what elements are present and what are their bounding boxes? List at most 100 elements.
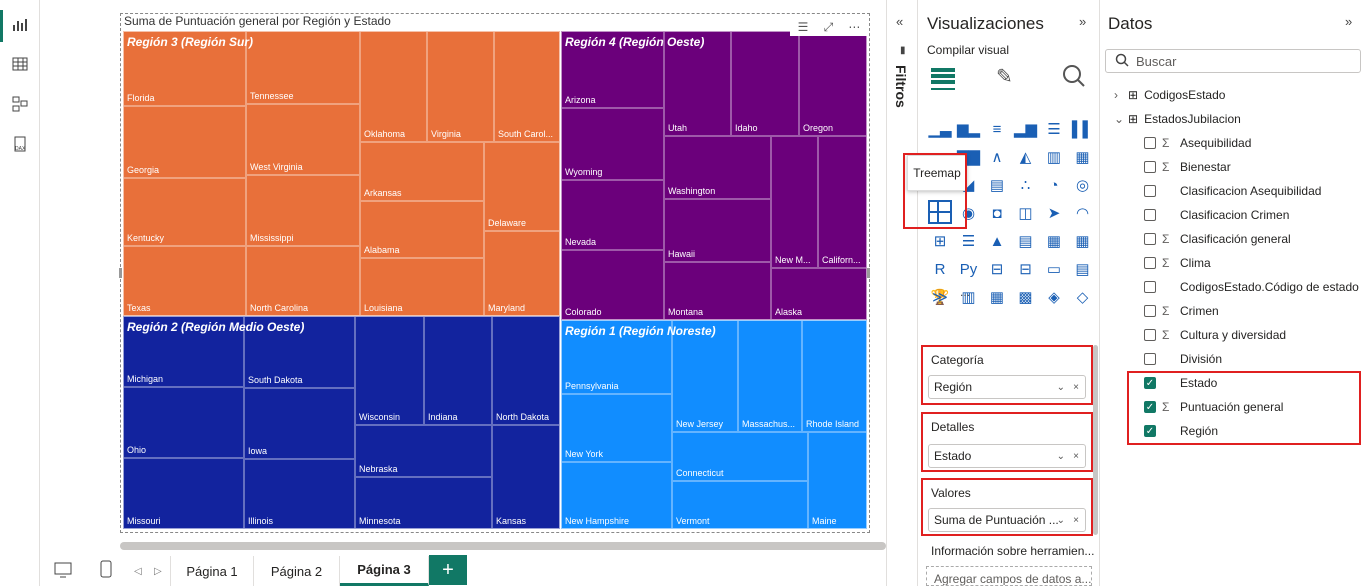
state-cell[interactable]: Maryland <box>484 231 560 316</box>
desktop-layout-icon[interactable] <box>54 561 72 582</box>
pie-icon[interactable]: ◔ <box>1042 173 1066 197</box>
state-cell[interactable]: Ohio <box>123 387 244 458</box>
azure-map-icon[interactable]: ➤ <box>1042 201 1066 225</box>
expand-right-icon[interactable]: » <box>1079 14 1086 29</box>
remove-icon[interactable]: × <box>1073 382 1079 393</box>
chevron-right-icon[interactable]: › <box>1114 88 1128 102</box>
funnel-icon[interactable]: ▤ <box>985 173 1009 197</box>
chevron-down-icon[interactable]: ⌄ <box>1057 382 1065 393</box>
report-view-icon[interactable] <box>8 12 32 36</box>
viz-scrollbar[interactable] <box>1093 345 1098 535</box>
mobile-layout-icon[interactable] <box>99 560 113 581</box>
filter-icon[interactable]: ☰ <box>798 20 809 34</box>
state-cell[interactable]: Georgia <box>123 106 246 178</box>
line-column-icon[interactable]: ▥ <box>1042 145 1066 169</box>
state-cell[interactable]: Rhode Island <box>802 320 867 432</box>
field-checkbox[interactable] <box>1144 209 1156 221</box>
field-item[interactable]: Σ Bienestar <box>1144 157 1231 177</box>
state-cell[interactable]: New Hampshire <box>561 462 672 529</box>
kpi-icon[interactable]: ▲ <box>985 229 1009 253</box>
expand-right-icon[interactable]: » <box>1345 14 1352 29</box>
decomposition-tree-icon[interactable]: ⊟ <box>1014 257 1038 281</box>
treemap[interactable]: Florida Tennessee Georgia West Virginia Okla… <box>123 31 867 529</box>
field-item[interactable]: Clasificacion Asequibilidad <box>1144 181 1321 201</box>
field-checkbox[interactable] <box>1144 305 1156 317</box>
100-bar-icon[interactable]: ☰ <box>1042 117 1066 141</box>
table-view-icon[interactable] <box>8 52 32 76</box>
state-cell[interactable]: Alaska <box>771 268 867 320</box>
100-column-icon[interactable]: ▌▌ <box>1071 117 1095 141</box>
state-cell[interactable]: Alabama <box>360 201 484 258</box>
state-cell[interactable]: South Carol... <box>494 31 560 142</box>
stacked-bar-icon[interactable]: ▁▃ <box>928 117 952 141</box>
gauge-icon[interactable]: ◠ <box>1071 201 1095 225</box>
state-cell[interactable]: Wisconsin <box>355 316 424 425</box>
state-cell[interactable]: Nevada <box>561 180 664 250</box>
state-cell[interactable]: Indiana <box>424 316 492 425</box>
tab-page-1[interactable]: Página 1 <box>170 556 254 586</box>
field-checkbox[interactable] <box>1144 353 1156 365</box>
field-item[interactable]: Σ Crimen <box>1144 301 1219 321</box>
scatter-icon[interactable]: ∴ <box>1014 173 1038 197</box>
values-field[interactable]: Suma de Puntuación ... ⌄ × <box>928 508 1086 532</box>
multirow-card-icon[interactable]: ☰ <box>957 229 981 253</box>
stacked-column-icon[interactable]: ▆▂ <box>957 117 981 141</box>
state-cell[interactable]: Idaho <box>731 31 799 136</box>
filled-map-icon[interactable]: ◘ <box>985 201 1009 225</box>
table-codigosestado[interactable]: › ⊞ CodigosEstado <box>1114 85 1225 105</box>
state-cell[interactable]: Vermont <box>672 481 808 529</box>
chevron-down-icon[interactable]: ⌄ <box>1057 451 1065 462</box>
field-item[interactable]: Σ Clasificación general <box>1144 229 1291 249</box>
build-visual-tab-icon[interactable] <box>929 64 957 93</box>
resize-handle-left[interactable] <box>119 268 122 278</box>
field-checkbox[interactable] <box>1144 329 1156 341</box>
state-cell[interactable]: Maine <box>808 432 867 529</box>
field-checkbox[interactable] <box>1144 233 1156 245</box>
clustered-column-icon[interactable]: ▂▆ <box>1014 117 1038 141</box>
state-cell[interactable]: Minnesota <box>355 477 492 529</box>
power-automate-icon[interactable]: ▩ <box>1014 285 1038 309</box>
data-icon[interactable]: ◈ <box>1042 285 1066 309</box>
state-cell[interactable]: Oregon <box>799 31 867 136</box>
clustered-bar-icon[interactable]: ≡ <box>985 117 1009 141</box>
collapse-left-icon[interactable]: « <box>896 14 903 29</box>
focus-mode-icon[interactable]: ⤢ <box>824 20 834 35</box>
qa-icon[interactable]: ▭ <box>1042 257 1066 281</box>
state-cell[interactable]: New York <box>561 394 672 462</box>
model-view-icon[interactable] <box>8 92 32 116</box>
chevron-down-icon[interactable]: ⌄ <box>1057 515 1065 526</box>
state-cell[interactable]: Oklahoma <box>360 31 427 142</box>
filters-label[interactable]: Filtros <box>893 65 909 108</box>
r-visual-icon[interactable]: R <box>928 257 952 281</box>
state-cell[interactable]: North Carolina <box>246 246 360 316</box>
more-options-icon[interactable]: ⋯ <box>848 20 860 34</box>
state-cell[interactable]: Colorado <box>561 250 664 320</box>
field-item[interactable]: CodigosEstado.Código de estado <box>1144 277 1359 297</box>
state-cell[interactable]: Louisiana <box>360 258 484 316</box>
treemap-icon[interactable] <box>928 200 952 224</box>
search-input[interactable]: Buscar <box>1105 49 1361 73</box>
state-cell[interactable]: Kentucky <box>123 178 246 246</box>
dax-query-icon[interactable]: DAX <box>8 132 32 156</box>
add-page-button[interactable]: + <box>429 555 467 585</box>
more-visuals-icon[interactable]: ... <box>960 285 970 299</box>
state-cell[interactable]: Washington <box>664 136 771 199</box>
state-cell[interactable]: Massachus... <box>738 320 802 432</box>
power-apps-icon[interactable]: ▦ <box>985 285 1009 309</box>
chevron-down-icon[interactable]: ⌄ <box>1114 112 1128 126</box>
remove-icon[interactable]: × <box>1073 451 1079 462</box>
state-cell[interactable]: Illinois <box>244 459 355 529</box>
table-estadosjubilacion[interactable]: ⌄ ⊞ EstadosJubilacion <box>1114 109 1241 129</box>
remove-icon[interactable]: × <box>1073 515 1079 526</box>
key-influencers-icon[interactable]: ⊟ <box>985 257 1009 281</box>
state-cell[interactable]: Delaware <box>484 142 560 231</box>
state-cell[interactable]: Wyoming <box>561 108 664 180</box>
analytics-tab-icon[interactable] <box>1062 64 1086 91</box>
python-visual-icon[interactable]: Py <box>957 257 981 281</box>
state-cell[interactable]: Californ... <box>818 136 867 268</box>
field-item[interactable]: División <box>1144 349 1222 369</box>
field-item[interactable]: Σ Clima <box>1144 253 1211 273</box>
horizontal-scrollbar[interactable] <box>120 542 886 550</box>
field-checkbox[interactable] <box>1144 185 1156 197</box>
tooltips-drop-zone[interactable]: Agregar campos de datos a... <box>926 566 1092 586</box>
